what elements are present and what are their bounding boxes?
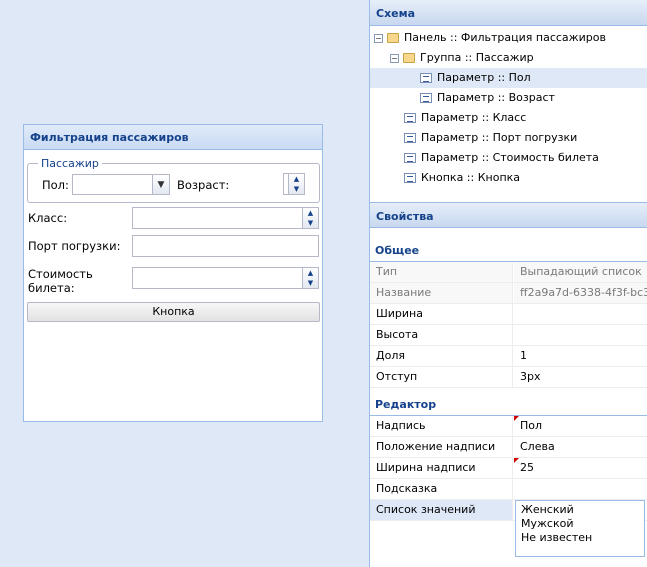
port-input[interactable] (132, 235, 319, 257)
class-spinner[interactable]: ▲ ▼ (132, 207, 319, 229)
collapse-icon[interactable]: − (374, 34, 383, 43)
editor-group-header: Редактор (370, 388, 647, 416)
right-sidebar: Схема − Панель :: Фильтрация пассажиров … (369, 0, 647, 567)
property-row[interactable]: Надпись Пол (370, 416, 647, 437)
port-label: Порт погрузки: (28, 239, 121, 253)
form-preview-panel[interactable]: Фильтрация пассажиров Пассажир Пол: ▼ Во… (23, 124, 323, 422)
property-key: Высота (370, 325, 513, 345)
properties-panel-title: Свойства (370, 202, 647, 228)
property-row[interactable]: Подсказка (370, 479, 647, 500)
tree-node-label: Панель :: Фильтрация пассажиров (404, 31, 606, 44)
cost-spinner[interactable]: ▲ ▼ (132, 267, 319, 289)
age-label: Возраст: (177, 178, 230, 192)
property-row[interactable]: Положение надписи Слева (370, 437, 647, 458)
designer-canvas: Фильтрация пассажиров Пассажир Пол: ▼ Во… (0, 0, 369, 567)
cost-label-line1: Стоимость (28, 267, 93, 281)
parameter-icon (420, 73, 432, 83)
property-row[interactable]: Отступ 3px (370, 367, 647, 388)
property-value[interactable]: 25 (514, 458, 647, 478)
parameter-icon (404, 113, 416, 123)
property-key: Отступ (370, 367, 513, 387)
property-value: Выпадающий список (514, 262, 647, 282)
property-value[interactable]: 1 (514, 346, 647, 366)
modified-marker (514, 416, 519, 421)
property-row[interactable]: Ширина (370, 304, 647, 325)
property-value: ff2a9a7d-6338-4f3f-bc31... (514, 283, 647, 303)
property-value[interactable] (514, 325, 647, 345)
schema-panel-title: Схема (370, 0, 647, 26)
property-value-text: Пол (520, 419, 543, 432)
property-value[interactable] (514, 479, 647, 499)
sex-label: Пол: (42, 178, 69, 192)
property-key: Надпись (370, 416, 513, 436)
property-key: Ширина надписи (370, 458, 513, 478)
collapse-icon[interactable]: − (390, 54, 399, 63)
tree-node-label: Параметр :: Стоимость билета (421, 151, 599, 164)
list-value-item[interactable]: Мужской (521, 517, 639, 531)
chevron-down-icon[interactable]: ▼ (152, 175, 169, 194)
tree-node-panel[interactable]: − Панель :: Фильтрация пассажиров (370, 28, 647, 48)
modified-marker (514, 458, 519, 463)
tree-node-param-cost[interactable]: Параметр :: Стоимость билета (370, 148, 647, 168)
button-icon (404, 173, 416, 183)
form-button[interactable]: Кнопка (27, 302, 320, 322)
property-key: Положение надписи (370, 437, 513, 457)
property-key: Доля (370, 346, 513, 366)
property-value[interactable]: Слева (514, 437, 647, 457)
parameter-icon (404, 133, 416, 143)
property-key: Название (370, 283, 513, 303)
tree-node-label: Параметр :: Возраст (437, 91, 555, 104)
schema-tree: − Панель :: Фильтрация пассажиров − Груп… (370, 26, 647, 200)
spinner-arrows-icon[interactable]: ▲ ▼ (302, 268, 318, 288)
tree-node-group[interactable]: − Группа :: Пассажир (370, 48, 647, 68)
property-row-list-values[interactable]: Список значений Женский Мужской Не извес… (370, 500, 647, 557)
property-key: Тип (370, 262, 513, 282)
general-properties: Тип Выпадающий список Название ff2a9a7d-… (370, 262, 647, 388)
tree-node-label: Параметр :: Класс (421, 111, 527, 124)
folder-open-icon (403, 53, 415, 63)
property-value-text: 25 (520, 461, 534, 474)
property-value[interactable]: Пол (514, 416, 647, 436)
tree-node-label: Группа :: Пассажир (420, 51, 534, 64)
editor-properties: Надпись Пол Положение надписи Слева Шири… (370, 416, 647, 557)
parameter-icon (404, 153, 416, 163)
property-key: Ширина (370, 304, 513, 324)
tree-node-label: Параметр :: Порт погрузки (421, 131, 578, 144)
tree-node-param-sex[interactable]: Параметр :: Пол (370, 68, 647, 88)
cost-label-line2: билета: (28, 281, 75, 295)
parameter-icon (420, 93, 432, 103)
property-row: Тип Выпадающий список (370, 262, 647, 283)
list-value-item[interactable]: Не известен (521, 531, 639, 545)
age-spinner[interactable]: ▲ ▼ (283, 173, 305, 195)
form-preview-title: Фильтрация пассажиров (24, 125, 322, 150)
sex-combo[interactable]: ▼ (72, 174, 170, 195)
folder-open-icon (387, 33, 399, 43)
tree-node-label: Кнопка :: Кнопка (421, 171, 521, 184)
tree-node-button[interactable]: Кнопка :: Кнопка (370, 168, 647, 188)
tree-node-param-port[interactable]: Параметр :: Порт погрузки (370, 128, 647, 148)
property-row: Название ff2a9a7d-6338-4f3f-bc31... (370, 283, 647, 304)
tree-node-param-age[interactable]: Параметр :: Возраст (370, 88, 647, 108)
tree-node-param-class[interactable]: Параметр :: Класс (370, 108, 647, 128)
property-key: Список значений (370, 500, 513, 520)
property-value[interactable]: 3px (514, 367, 647, 387)
general-group-header: Общее (370, 234, 647, 262)
spinner-arrows-icon[interactable]: ▲ ▼ (302, 208, 318, 228)
class-label: Класс: (28, 211, 68, 225)
property-row[interactable]: Доля 1 (370, 346, 647, 367)
property-row[interactable]: Ширина надписи 25 (370, 458, 647, 479)
fieldset-legend: Пассажир (38, 157, 102, 170)
list-value-item[interactable]: Женский (521, 503, 639, 517)
spinner-arrows-icon[interactable]: ▲ ▼ (288, 174, 304, 194)
property-row[interactable]: Высота (370, 325, 647, 346)
property-key: Подсказка (370, 479, 513, 499)
tree-node-label: Параметр :: Пол (437, 71, 531, 84)
property-value[interactable] (514, 304, 647, 324)
passenger-fieldset: Пассажир Пол: ▼ Возраст: ▲ ▼ (27, 157, 320, 203)
list-values-editor[interactable]: Женский Мужской Не известен (515, 500, 645, 557)
